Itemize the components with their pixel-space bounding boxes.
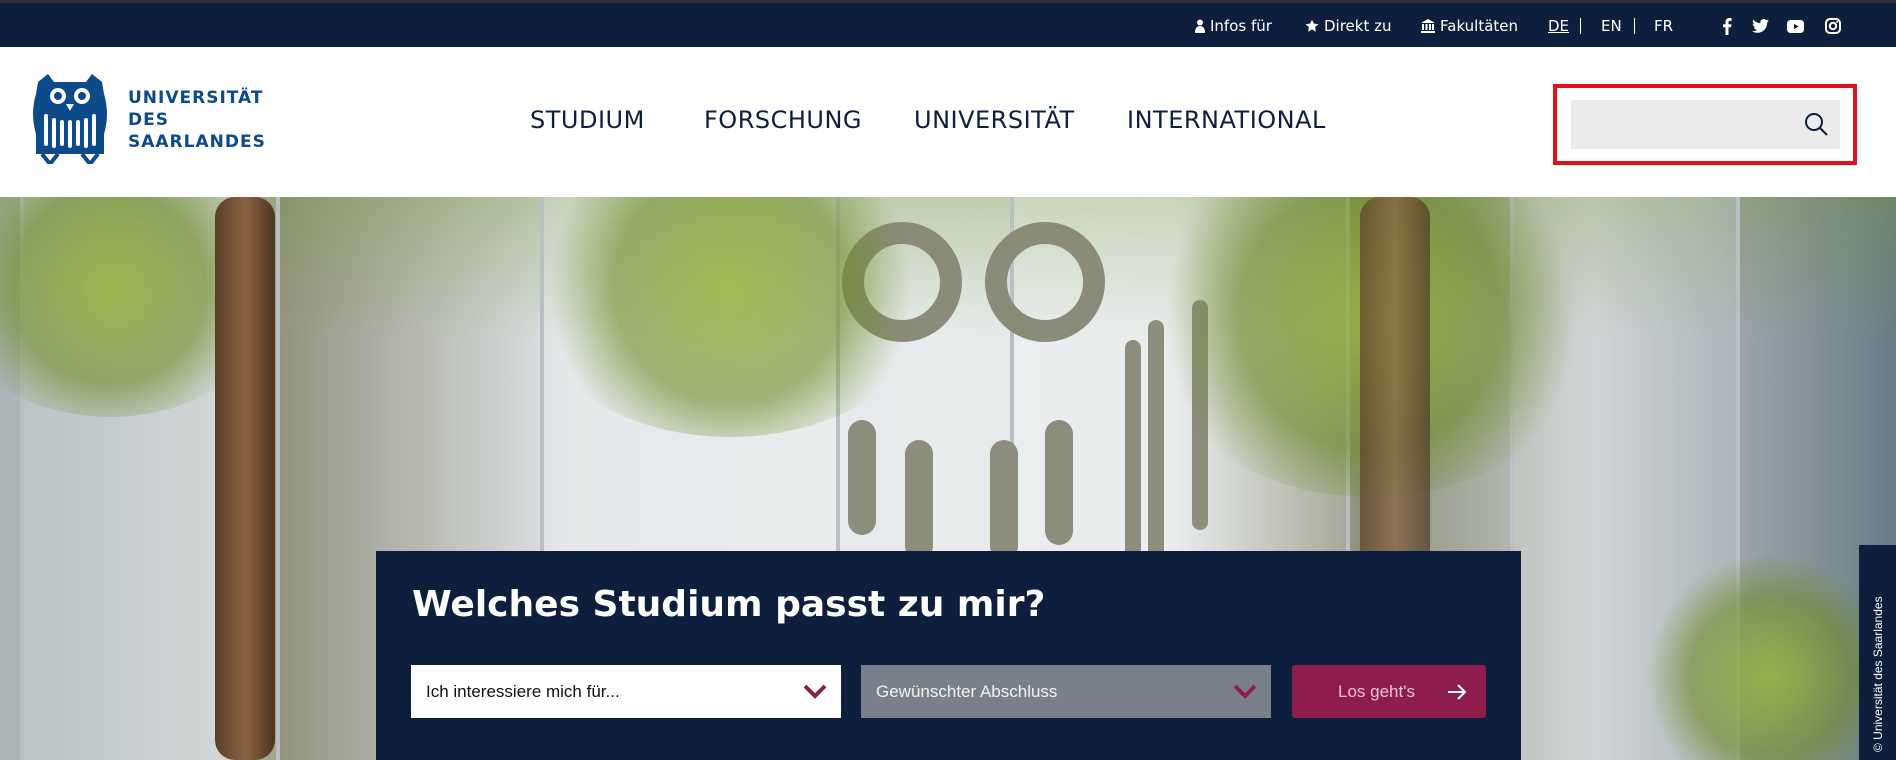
image-copyright: © Universität des Saarlandes <box>1859 545 1896 760</box>
direkt-zu-label: Direkt zu <box>1324 17 1392 35</box>
youtube-icon[interactable] <box>1785 16 1805 36</box>
lang-fr[interactable]: FR <box>1654 17 1673 35</box>
person-icon <box>1195 19 1205 33</box>
building-icon <box>1421 19 1435 33</box>
owl-bar-graphic <box>905 440 933 560</box>
lang-de[interactable]: DE <box>1548 17 1569 35</box>
university-logo[interactable] <box>30 74 110 164</box>
owl-eye-graphic <box>985 222 1105 342</box>
university-wordmark[interactable]: UNIVERSITÄT DES SAARLANDES <box>128 87 266 153</box>
owl-logo-icon <box>33 74 107 164</box>
los-gehts-button[interactable]: Los geht's <box>1292 665 1486 718</box>
infos-fuer-link[interactable]: Infos für <box>1195 17 1272 35</box>
star-icon <box>1305 19 1319 32</box>
owl-bar-graphic <box>1125 340 1141 580</box>
nav-universitaet[interactable]: UNIVERSITÄT <box>914 106 1075 134</box>
los-gehts-label: Los geht's <box>1338 682 1415 701</box>
direkt-zu-link[interactable]: Direkt zu <box>1305 17 1392 35</box>
lang-en[interactable]: EN <box>1601 17 1622 35</box>
tree-trunk <box>215 197 275 760</box>
instagram-icon[interactable] <box>1823 16 1843 36</box>
infos-fuer-label: Infos für <box>1210 17 1272 35</box>
interest-select-label: Ich interessiere mich für... <box>426 682 620 701</box>
wordmark-line: UNIVERSITÄT <box>128 88 264 108</box>
fakultaeten-link[interactable]: Fakultäten <box>1421 17 1518 35</box>
nav-forschung[interactable]: FORSCHUNG <box>704 106 862 134</box>
owl-bar-graphic <box>1045 420 1073 545</box>
divider <box>1580 18 1581 34</box>
owl-bar-graphic <box>990 440 1018 560</box>
facebook-icon[interactable] <box>1717 16 1737 36</box>
chevron-down-icon <box>1233 684 1257 699</box>
study-finder-title: Welches Studium passt zu mir? <box>412 584 1046 625</box>
wordmark-line: DES <box>128 110 169 130</box>
degree-select[interactable]: Gewünschter Abschluss <box>861 665 1271 718</box>
nav-studium[interactable]: STUDIUM <box>530 106 645 134</box>
study-finder-panel <box>376 551 1521 760</box>
top-bar: Infos für Direkt zu Fakultäten DE EN FR <box>0 0 1896 47</box>
search-box[interactable] <box>1571 100 1840 149</box>
arrow-right-icon <box>1448 684 1467 700</box>
nav-international[interactable]: INTERNATIONAL <box>1127 106 1326 134</box>
copyright-text: © Universität des Saarlandes <box>1871 596 1885 752</box>
wordmark-line: SAARLANDES <box>128 132 266 152</box>
search-icon[interactable] <box>1803 111 1829 137</box>
degree-select-label: Gewünschter Abschluss <box>876 682 1058 701</box>
divider <box>1634 18 1635 34</box>
twitter-icon[interactable] <box>1750 16 1770 36</box>
search-input[interactable] <box>1571 100 1791 149</box>
chevron-down-icon <box>803 684 827 699</box>
owl-bar-graphic <box>848 420 876 535</box>
interest-select[interactable]: Ich interessiere mich für... <box>411 665 841 718</box>
fakultaeten-label: Fakultäten <box>1440 17 1519 35</box>
